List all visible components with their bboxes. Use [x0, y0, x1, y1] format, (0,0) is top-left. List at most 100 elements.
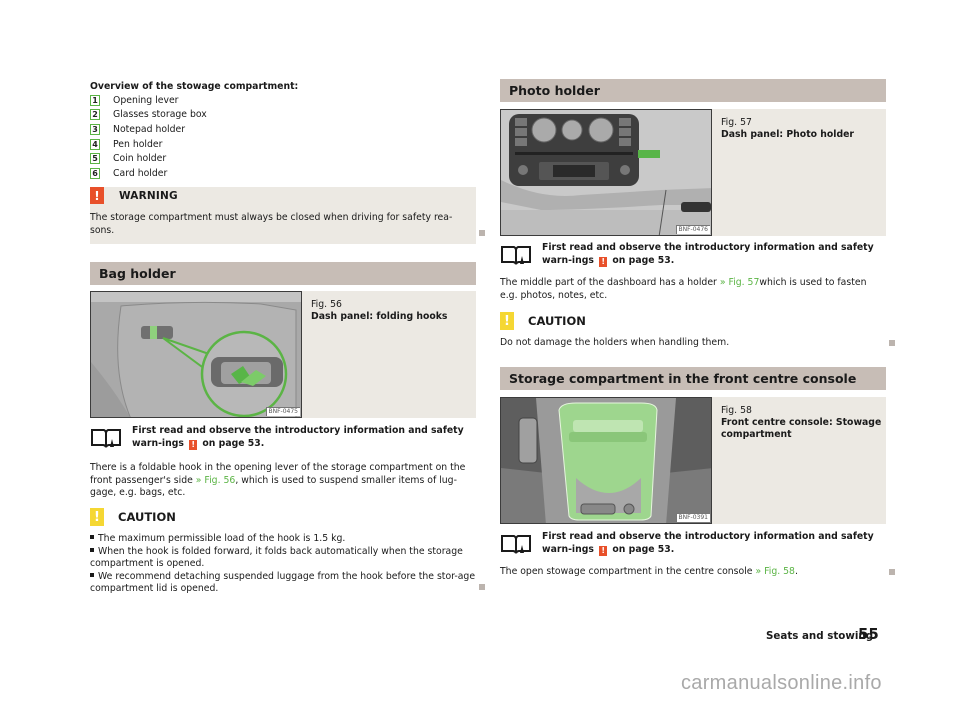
list-item-label: Glasses storage box	[113, 109, 207, 121]
section-header-photo-holder: Photo holder	[500, 79, 886, 102]
figure-title: Front centre console: Stowage compartmen…	[721, 417, 882, 440]
figure-58: BNF-0391 Fig. 58 Front centre console: S…	[500, 397, 886, 524]
body-text: The middle part of the dashboard has a h…	[500, 277, 720, 288]
list-item: 5 Coin holder	[90, 151, 207, 166]
book-icon	[501, 246, 531, 265]
figure-57: BNF-0476 Fig. 57 Dash panel: Photo holde…	[500, 109, 886, 236]
read-first-note: First read and observe the introductory …	[500, 242, 886, 272]
caution-header: ! CAUTION	[90, 508, 290, 526]
caution-header: ! CAUTION	[500, 312, 700, 330]
list-item: 4 Pen holder	[90, 137, 207, 152]
section-header-bag-holder: Bag holder	[90, 262, 476, 285]
page-number: 55	[858, 625, 879, 643]
note-text: First read and observe the introductory …	[542, 531, 874, 555]
section-end-mark	[889, 340, 895, 346]
centre-console-illustration	[501, 398, 711, 523]
number-badge: 6	[90, 167, 100, 179]
section-title: Bag holder	[99, 266, 176, 281]
caution-item-text: The maximum permissible load of the hook…	[98, 533, 346, 544]
figure-caption: Fig. 58 Front centre console: Stowage co…	[721, 405, 886, 441]
figure-image-folding-hooks: BNF-0475	[90, 291, 302, 418]
figure-link[interactable]: » Fig. 57	[720, 277, 760, 288]
section-end-mark	[889, 569, 895, 575]
warning-exclamation-icon: !	[599, 545, 608, 556]
book-icon	[91, 429, 121, 448]
figure-image-centre-console: BNF-0391	[500, 397, 712, 524]
list-item-label: Card holder	[113, 167, 168, 179]
body-text: .	[794, 566, 798, 577]
number-badge: 5	[90, 153, 100, 165]
caution-list: The maximum permissible load of the hook…	[90, 533, 476, 596]
figure-caption: Fig. 56 Dash panel: folding hooks	[311, 299, 447, 323]
centre-console-body: The open stowage compartment in the cent…	[500, 566, 886, 579]
warning-exclamation-icon: !	[189, 439, 198, 450]
list-item-label: Notepad holder	[113, 123, 186, 135]
section-end-mark	[479, 584, 485, 590]
number-badge: 3	[90, 123, 100, 135]
caution-item: The maximum permissible load of the hook…	[90, 533, 476, 546]
bullet-icon	[90, 535, 94, 539]
caution-title: CAUTION	[118, 510, 176, 524]
section-end-mark	[479, 230, 485, 236]
figure-number: Fig. 57	[721, 117, 752, 128]
body-text: The open stowage compartment in the cent…	[500, 566, 756, 577]
list-item: 6 Card holder	[90, 166, 207, 181]
figure-code: BNF-0476	[675, 225, 710, 234]
list-item: 1 Opening lever	[90, 93, 207, 108]
caution-item: When the hook is folded forward, it fold…	[90, 546, 476, 571]
figure-number: Fig. 56	[311, 299, 342, 310]
page-reference-link[interactable]: on page 53.	[202, 438, 264, 449]
number-badge: 4	[90, 138, 100, 150]
figure-code: BNF-0391	[675, 513, 710, 522]
number-badge: 2	[90, 109, 100, 121]
number-badge: 1	[90, 94, 100, 106]
figure-title: Dash panel: folding hooks	[311, 311, 448, 322]
read-first-text: First read and observe the introductory …	[542, 531, 887, 556]
caution-item-text: We recommend detaching suspended luggage…	[90, 570, 476, 595]
watermark: carmanualsonline.info	[681, 672, 882, 694]
caution-exclamation-icon: !	[90, 508, 104, 526]
caution-exclamation-icon: !	[500, 312, 514, 330]
warning-text: The storage compartment must always be c…	[90, 212, 453, 236]
figure-number: Fig. 58	[721, 405, 752, 416]
read-first-text: First read and observe the introductory …	[542, 242, 887, 267]
page-reference-link[interactable]: on page 53.	[612, 255, 674, 266]
figure-code: BNF-0475	[265, 407, 300, 416]
caution-title: CAUTION	[528, 314, 586, 328]
overview-list: 1 Opening lever 2 Glasses storage box 3 Not…	[90, 93, 207, 181]
section-header-centre-console: Storage compartment in the front centre …	[500, 367, 886, 390]
figure-image-photo-holder: BNF-0476	[500, 109, 712, 236]
figure-title: Dash panel: Photo holder	[721, 129, 854, 140]
page-reference-link[interactable]: on page 53.	[612, 544, 674, 555]
list-item-label: Pen holder	[113, 138, 163, 150]
read-first-note: First read and observe the introductory …	[90, 425, 476, 455]
photo-holder-body: The middle part of the dashboard has a h…	[500, 277, 886, 302]
note-text: First read and observe the introductory …	[542, 242, 874, 266]
caution-text: Do not damage the holders when handling …	[500, 337, 730, 348]
glovebox-illustration	[91, 292, 301, 417]
dashboard-illustration	[501, 110, 711, 235]
caution-item-text: When the hook is folded forward, it fold…	[90, 545, 463, 570]
figure-56: BNF-0475 Fig. 56 Dash panel: folding hoo…	[90, 291, 476, 418]
section-title: Storage compartment in the front centre …	[509, 371, 857, 386]
caution-item: We recommend detaching suspended luggage…	[90, 571, 476, 596]
read-first-note: First read and observe the introductory …	[500, 531, 886, 561]
warning-exclamation-icon: !	[90, 187, 104, 204]
list-item: 3 Notepad holder	[90, 122, 207, 137]
warning-exclamation-icon: !	[599, 256, 608, 267]
read-first-text: First read and observe the introductory …	[132, 425, 477, 450]
warning-title: WARNING	[119, 190, 178, 202]
bullet-icon	[90, 547, 94, 552]
section-title: Photo holder	[509, 83, 600, 98]
bag-holder-body: There is a foldable hook in the opening …	[90, 462, 476, 500]
list-item-label: Opening lever	[113, 94, 179, 106]
overview-title: Overview of the stowage compartment:	[90, 81, 299, 92]
figure-link[interactable]: » Fig. 56	[196, 475, 236, 486]
list-item: 2 Glasses storage box	[90, 108, 207, 123]
figure-link[interactable]: » Fig. 58	[755, 566, 795, 577]
warning-box: ! WARNING The storage compartment must a…	[90, 187, 476, 244]
figure-caption: Fig. 57 Dash panel: Photo holder	[721, 117, 854, 141]
note-text: First read and observe the introductory …	[132, 425, 464, 449]
bullet-icon	[90, 572, 94, 577]
book-icon	[501, 535, 531, 554]
